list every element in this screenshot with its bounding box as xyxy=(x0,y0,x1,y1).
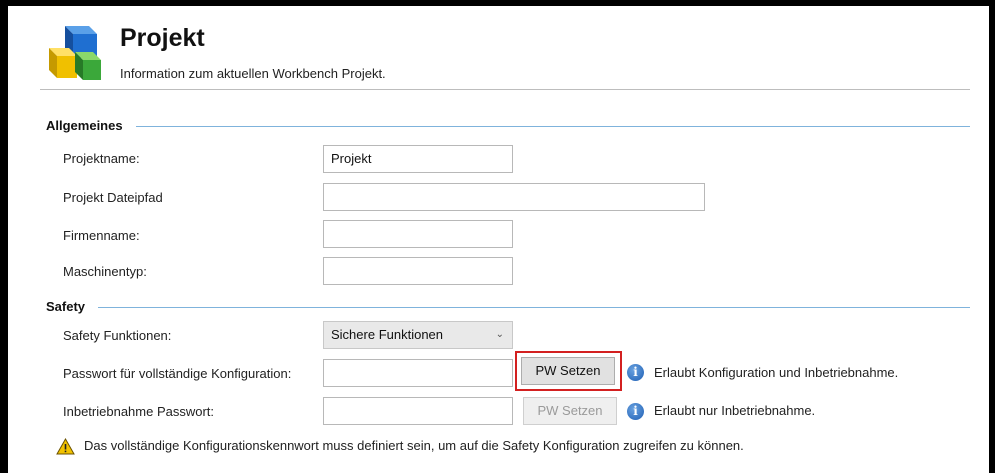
project-name-label: Projektname: xyxy=(63,151,140,166)
section-safety-title: Safety xyxy=(46,299,86,314)
full-pw-hint: Erlaubt Konfiguration und Inbetriebnahme… xyxy=(654,365,899,380)
full-pw-set-button[interactable]: PW Setzen xyxy=(521,357,615,385)
machine-type-input[interactable] xyxy=(323,257,513,285)
page-title: Projekt xyxy=(120,24,205,52)
safety-functions-selected: Sichere Funktionen xyxy=(331,327,444,342)
section-general-title: Allgemeines xyxy=(46,118,123,133)
comm-pw-hint: Erlaubt nur Inbetriebnahme. xyxy=(654,403,816,418)
machine-type-label: Maschinentyp: xyxy=(63,264,147,279)
file-path-input[interactable] xyxy=(323,183,705,211)
info-icon: i xyxy=(627,364,644,381)
full-pw-input[interactable] xyxy=(323,359,513,387)
safety-functions-select[interactable]: Sichere Funktionen ⌄ xyxy=(323,321,513,349)
section-general-divider xyxy=(136,126,970,127)
file-path-label: Projekt Dateipfad xyxy=(63,190,163,205)
comm-pw-label: Inbetriebnahme Passwort: xyxy=(63,404,215,419)
warning-icon xyxy=(56,438,75,455)
project-name-input[interactable]: Projekt xyxy=(323,145,513,173)
project-panel: Projekt Information zum aktuellen Workbe… xyxy=(8,6,989,473)
chevron-down-icon: ⌄ xyxy=(495,329,504,340)
comm-pw-set-button[interactable]: PW Setzen xyxy=(523,397,617,425)
page-subtitle: Information zum aktuellen Workbench Proj… xyxy=(120,66,386,81)
company-input[interactable] xyxy=(323,220,513,248)
header-divider xyxy=(40,89,970,90)
full-pw-label: Passwort für vollständige Konfiguration: xyxy=(63,366,292,381)
comm-pw-input[interactable] xyxy=(323,397,513,425)
warning-text: Das vollständige Konfigurationskennwort … xyxy=(84,438,744,453)
section-safety-divider xyxy=(98,307,970,308)
safety-functions-label: Safety Funktionen: xyxy=(63,328,172,343)
company-label: Firmenname: xyxy=(63,228,140,243)
info-icon: i xyxy=(627,403,644,420)
header: Projekt Information zum aktuellen Workbe… xyxy=(8,6,989,90)
project-cubes-icon xyxy=(49,26,101,80)
